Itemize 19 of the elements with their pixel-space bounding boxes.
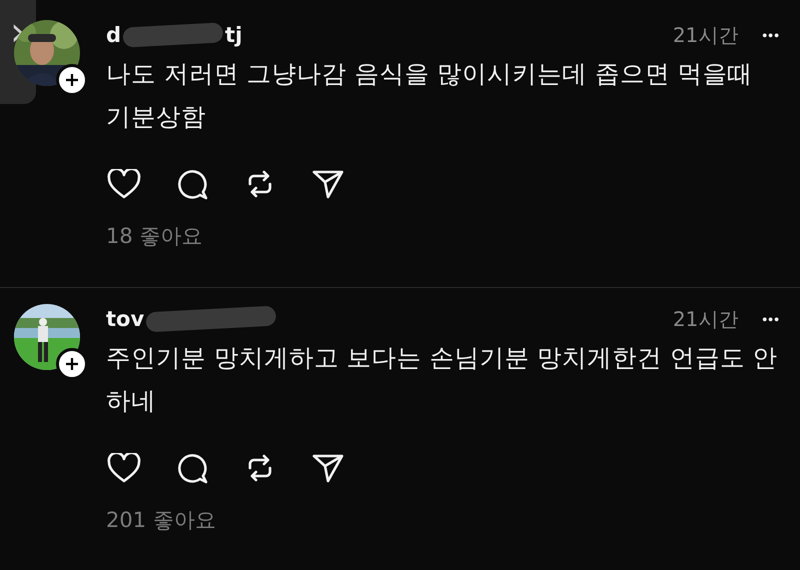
post-time: 21시간 — [672, 306, 738, 332]
post-time: 21시간 — [672, 22, 738, 48]
heart-icon — [107, 453, 141, 483]
speech-bubble-icon — [176, 452, 208, 484]
send-icon — [312, 453, 344, 483]
heart-icon — [107, 169, 141, 199]
username[interactable]: d — [106, 23, 122, 47]
more-button[interactable]: ••• — [762, 311, 780, 327]
like-count: 18 좋아요 — [106, 223, 204, 250]
like-count: 201 좋아요 — [106, 507, 217, 534]
plus-icon — [65, 357, 79, 371]
post-text: 나도 저러면 그냥나감 음식을 많이시키는데 좁으면 먹을때 기분상함 — [106, 58, 754, 133]
more-button[interactable]: ••• — [762, 27, 780, 43]
speech-bubble-icon — [176, 168, 208, 200]
post-text: 주인기분 망치게하고 보다는 손님기분 망치게한건 언급도 안하네 — [106, 342, 779, 417]
send-icon — [312, 169, 344, 199]
username[interactable]: tj — [225, 23, 242, 47]
plus-icon — [65, 73, 79, 87]
username[interactable]: tov — [106, 307, 144, 331]
